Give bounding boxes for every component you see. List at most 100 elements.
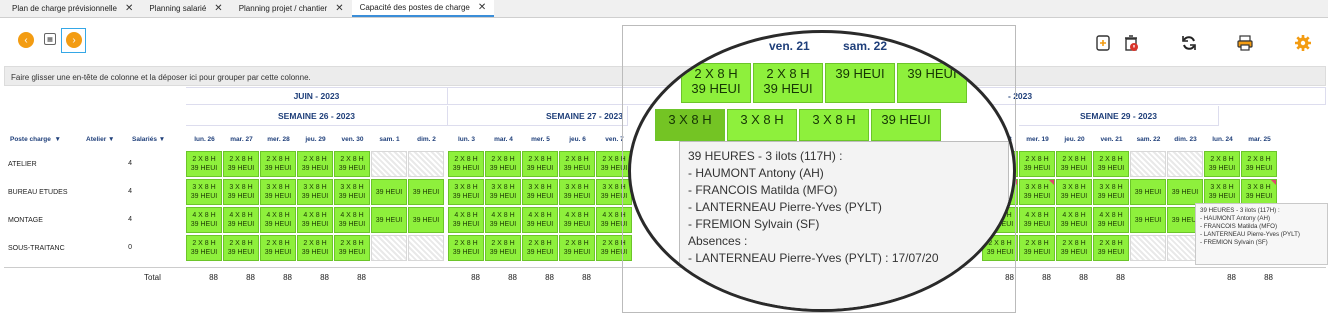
capacity-cell[interactable]: 3 X 8 H39 HEUI <box>223 179 259 205</box>
capacity-cell[interactable]: 2 X 8 H39 HEUI <box>297 235 333 261</box>
capacity-cell[interactable]: 4 X 8 H39 HEUI <box>1056 207 1092 233</box>
capacity-cell[interactable]: 2 X 8 H39 HEUI <box>485 151 521 177</box>
capacity-cell[interactable]: 2 X 8 H39 HEUI <box>1056 151 1092 177</box>
close-icon[interactable]: ✕ <box>214 3 222 14</box>
capacity-cell[interactable]: 2 X 8 H39 HEUI <box>1019 235 1055 261</box>
capacity-cell[interactable]: 2 X 8 H39 HEUI <box>260 235 296 261</box>
capacity-cell[interactable]: 4 X 8 H39 HEUI <box>260 207 296 233</box>
capacity-cell[interactable]: 39 HEUI <box>1130 207 1166 233</box>
new-document-icon[interactable] <box>1094 34 1112 52</box>
non-working-cell[interactable] <box>1130 235 1166 261</box>
capacity-cell[interactable]: 3 X 8 H39 HEUI <box>559 179 595 205</box>
non-working-cell[interactable] <box>408 235 444 261</box>
capacity-cell[interactable]: 2 X 8 H39 HEUI <box>559 151 595 177</box>
capacity-cell[interactable]: 4 X 8 H39 HEUI <box>1019 207 1055 233</box>
capacity-cell[interactable]: 39 HEUI <box>408 207 444 233</box>
capacity-cell[interactable]: 2 X 8 H39 HEUI <box>485 235 521 261</box>
capacity-cell[interactable]: 2 X 8 H39 HEUI <box>1019 151 1055 177</box>
capacity-cell[interactable]: 3 X 8 H39 HEUI <box>1241 179 1277 205</box>
capacity-cell[interactable]: 3 X 8 H39 HEUI <box>522 179 558 205</box>
capacity-cell[interactable]: 2 X 8 H39 HEUI <box>1093 151 1129 177</box>
non-working-cell[interactable] <box>1167 151 1203 177</box>
total-value: 88 <box>545 273 554 282</box>
day-column-header: ven. 21 <box>1100 135 1123 143</box>
total-value: 88 <box>1264 273 1273 282</box>
capacity-cell[interactable]: 4 X 8 H39 HEUI <box>1093 207 1129 233</box>
chevron-left-icon[interactable]: ‹ <box>18 32 34 48</box>
capacity-cell[interactable]: 3 X 8 H39 HEUI <box>448 179 484 205</box>
day-column-header: jeu. 20 <box>1064 135 1085 143</box>
capacity-cell[interactable]: 2 X 8 H39 HEUI <box>223 235 259 261</box>
refresh-icon[interactable] <box>1180 34 1198 52</box>
capacity-cell[interactable]: 2 X 8 H39 HEUI <box>522 151 558 177</box>
capacity-cell[interactable]: 3 X 8 H39 HEUI <box>485 179 521 205</box>
capacity-cell[interactable]: 39 HEUI <box>1130 179 1166 205</box>
capacity-cell[interactable]: 39 HEUI <box>371 179 407 205</box>
column-header-atelier[interactable]: Atelier ▼ <box>86 131 114 147</box>
total-label: Total <box>144 273 161 282</box>
tab-planning-salarie[interactable]: Planning salarié ✕ <box>141 0 230 17</box>
tab-plan-charge[interactable]: Plan de charge prévisionnelle ✕ <box>4 0 141 17</box>
capacity-cell[interactable]: 2 X 8 H39 HEUI <box>1056 235 1092 261</box>
capacity-cell[interactable]: 2 X 8 H39 HEUI <box>522 235 558 261</box>
delete-icon[interactable] <box>1122 34 1140 52</box>
tab-planning-projet[interactable]: Planning projet / chantier ✕ <box>231 0 352 17</box>
non-working-cell[interactable] <box>371 235 407 261</box>
total-value: 88 <box>209 273 218 282</box>
zoomed-capacity-cell: 39 HEUI <box>825 63 895 103</box>
row-label: ATELIER <box>8 160 37 168</box>
capacity-cell[interactable]: 2 X 8 H39 HEUI <box>223 151 259 177</box>
capacity-cell[interactable]: 4 X 8 H39 HEUI <box>485 207 521 233</box>
capacity-cell[interactable]: 2 X 8 H39 HEUI <box>1093 235 1129 261</box>
tab-capacite-postes[interactable]: Capacité des postes de charge ✕ <box>351 0 495 17</box>
capacity-cell[interactable]: 4 X 8 H39 HEUI <box>559 207 595 233</box>
non-working-cell[interactable] <box>371 151 407 177</box>
day-column-header: dim. 23 <box>1174 135 1197 143</box>
row-salaries: 0 <box>128 244 132 251</box>
non-working-cell[interactable] <box>1130 151 1166 177</box>
capacity-cell[interactable]: 4 X 8 H39 HEUI <box>448 207 484 233</box>
non-working-cell[interactable] <box>408 151 444 177</box>
capacity-cell[interactable]: 3 X 8 H39 HEUI <box>297 179 333 205</box>
capacity-cell[interactable]: 3 X 8 H39 HEUI <box>1056 179 1092 205</box>
filter-icon[interactable]: ▼ <box>159 136 165 143</box>
capacity-cell[interactable]: 3 X 8 H39 HEUI <box>260 179 296 205</box>
capacity-cell[interactable]: 3 X 8 H39 HEUI <box>1019 179 1055 205</box>
capacity-cell[interactable]: 3 X 8 H39 HEUI <box>334 179 370 205</box>
gear-icon[interactable] <box>1294 34 1312 52</box>
capacity-cell[interactable]: 4 X 8 H39 HEUI <box>522 207 558 233</box>
filter-icon[interactable]: ▼ <box>108 136 114 143</box>
capacity-cell[interactable]: 4 X 8 H39 HEUI <box>334 207 370 233</box>
print-icon[interactable] <box>1236 34 1254 52</box>
capacity-cell[interactable]: 2 X 8 H39 HEUI <box>186 151 222 177</box>
row-salaries: 4 <box>128 160 132 167</box>
capacity-cell[interactable]: 2 X 8 H39 HEUI <box>334 235 370 261</box>
capacity-cell[interactable]: 2 X 8 H39 HEUI <box>559 235 595 261</box>
capacity-cell[interactable]: 39 HEUI <box>1167 179 1203 205</box>
capacity-cell[interactable]: 4 X 8 H39 HEUI <box>297 207 333 233</box>
capacity-cell[interactable]: 2 X 8 H39 HEUI <box>448 151 484 177</box>
capacity-cell[interactable]: 3 X 8 H39 HEUI <box>186 179 222 205</box>
capacity-cell[interactable]: 2 X 8 H39 HEUI <box>334 151 370 177</box>
capacity-cell[interactable]: 2 X 8 H39 HEUI <box>186 235 222 261</box>
capacity-cell[interactable]: 3 X 8 H39 HEUI <box>1093 179 1129 205</box>
capacity-cell[interactable]: 2 X 8 H39 HEUI <box>297 151 333 177</box>
capacity-cell[interactable]: 3 X 8 H39 HEUI <box>1204 179 1240 205</box>
chevron-right-icon[interactable]: › <box>66 32 82 48</box>
close-icon[interactable]: ✕ <box>335 3 343 14</box>
close-icon[interactable]: ✕ <box>125 3 133 14</box>
close-icon[interactable]: ✕ <box>478 2 486 13</box>
capacity-cell[interactable]: 4 X 8 H39 HEUI <box>223 207 259 233</box>
capacity-cell[interactable]: 2 X 8 H39 HEUI <box>260 151 296 177</box>
capacity-cell[interactable]: 4 X 8 H39 HEUI <box>186 207 222 233</box>
filter-icon[interactable]: ▼ <box>54 136 60 143</box>
day-column-header: mar. 4 <box>494 135 513 143</box>
capacity-cell[interactable]: 39 HEUI <box>408 179 444 205</box>
capacity-cell[interactable]: 2 X 8 H39 HEUI <box>448 235 484 261</box>
capacity-cell[interactable]: 2 X 8 H39 HEUI <box>1204 151 1240 177</box>
capacity-cell[interactable]: 2 X 8 H39 HEUI <box>1241 151 1277 177</box>
column-header-salaries[interactable]: Salariés ▼ <box>132 131 165 147</box>
calendar-icon[interactable]: ▦ <box>44 33 56 45</box>
capacity-cell[interactable]: 39 HEUI <box>371 207 407 233</box>
column-header-poste[interactable]: Poste charge ▼ <box>10 131 61 147</box>
